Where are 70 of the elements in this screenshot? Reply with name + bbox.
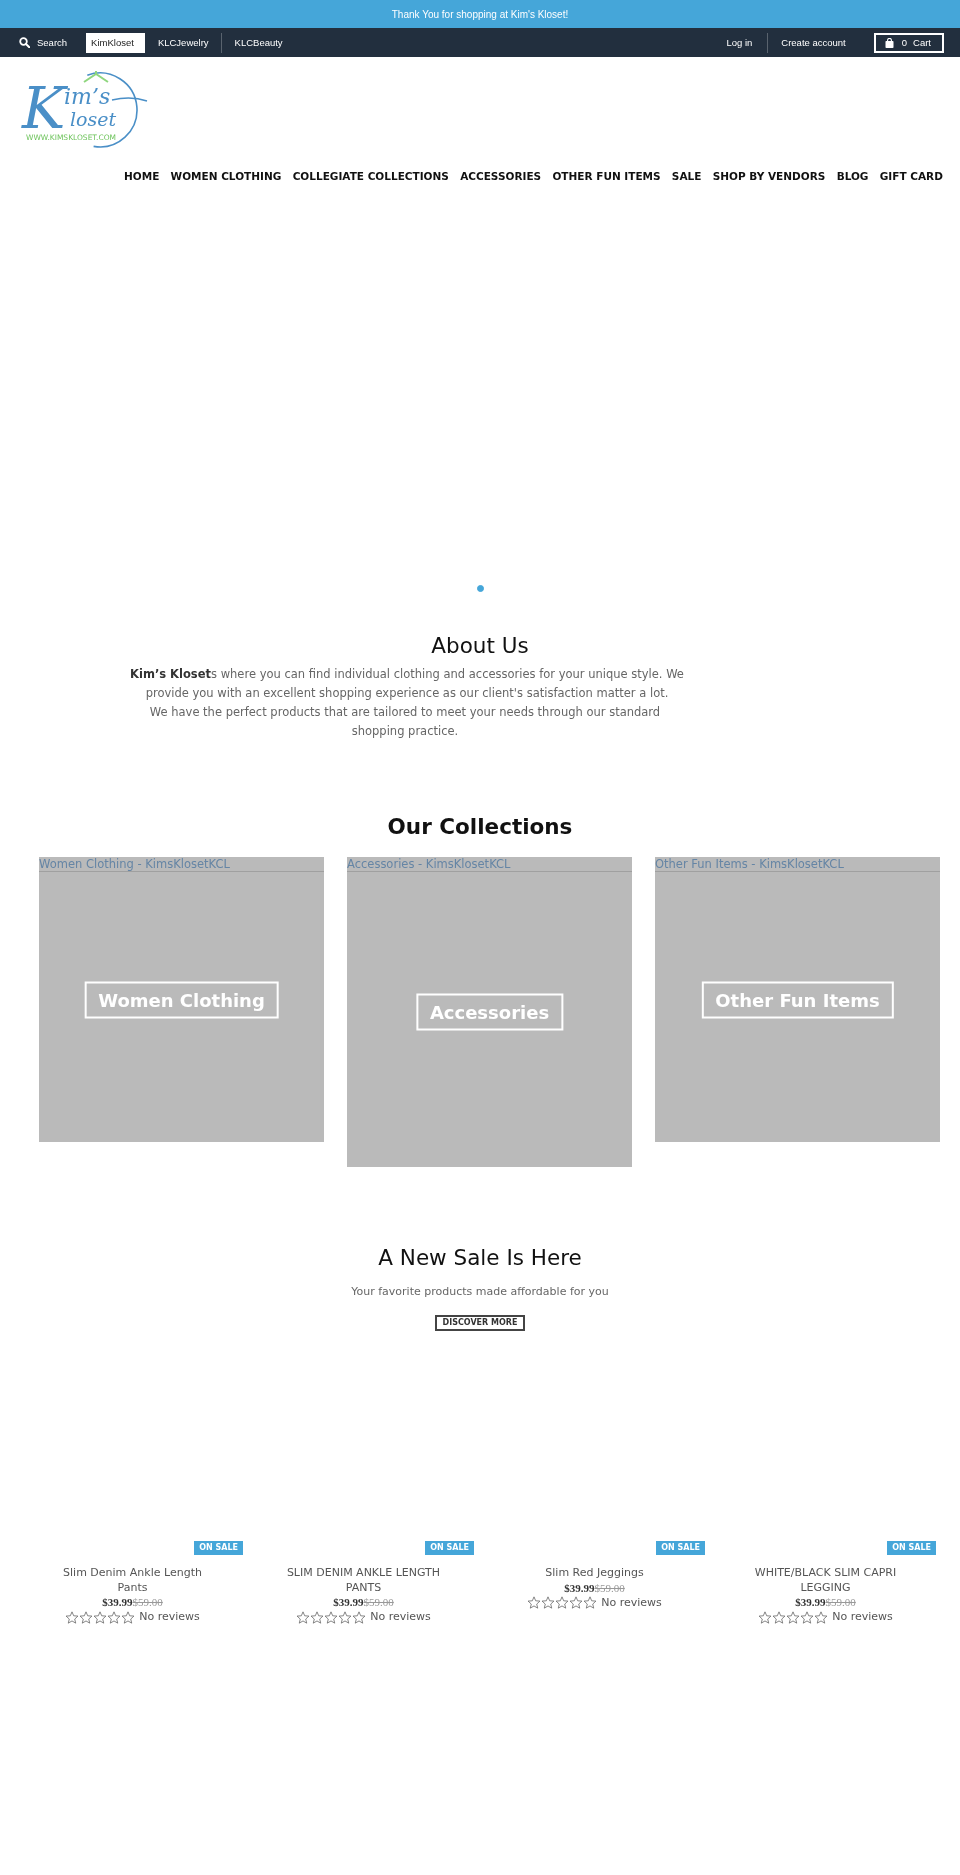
product-title[interactable]: WHITE/BLACK SLIM CAPRI LEGGING (743, 1566, 908, 1595)
nav-link[interactable]: COLLEGIATE COLLECTIONS (292, 169, 449, 183)
star-icon (814, 1610, 829, 1624)
slide-dot[interactable] (476, 585, 484, 592)
sale-price: $39.99 (795, 1595, 826, 1609)
star-icon (324, 1610, 339, 1624)
star-icon (296, 1610, 311, 1624)
sale-badge: ON SALE (656, 1541, 705, 1555)
search-icon (19, 37, 30, 48)
cart-button[interactable]: 0 Cart (873, 32, 944, 53)
store-tab[interactable]: KLCBeauty (220, 32, 295, 53)
star-icon (583, 1596, 598, 1609)
store-tab[interactable]: KLCJewelry (144, 32, 221, 53)
star-icon (121, 1610, 136, 1624)
original-price: $59.00 (363, 1595, 394, 1609)
nav-link[interactable]: SALE (671, 169, 702, 183)
original-price: $59.00 (132, 1595, 163, 1609)
about-text: We have the perfect products that are tailored to meet your needs through our standard shopping practice. (148, 704, 662, 740)
star-icon (107, 1610, 122, 1624)
star-icon (758, 1610, 773, 1624)
nav-link[interactable]: GIFT CARD (879, 169, 943, 183)
image-alt-text: Women Clothing - KimsKlosetKCL (39, 857, 230, 871)
nav-link[interactable]: OTHER FUN ITEMS (552, 169, 661, 183)
product-title[interactable]: Slim Red Jeggings (545, 1566, 644, 1581)
star-icon (310, 1610, 325, 1624)
star-icon (541, 1596, 556, 1609)
star-icon (800, 1610, 815, 1624)
review-count: No reviews (832, 1609, 893, 1625)
star-icon (555, 1596, 570, 1609)
account-link[interactable]: Log in (713, 32, 768, 53)
search-button[interactable]: Search (19, 37, 68, 48)
sale-badge: ON SALE (425, 1541, 474, 1555)
star-icon (569, 1596, 584, 1609)
original-price: $59.00 (594, 1580, 625, 1595)
nav-link[interactable]: SHOP BY VENDORS (712, 169, 826, 183)
star-icon (93, 1610, 108, 1624)
sale-price: $39.99 (564, 1580, 595, 1595)
discover-more-button[interactable]: DISCOVER MORE (434, 1315, 526, 1331)
sale-price: $39.99 (333, 1595, 364, 1609)
account-link[interactable]: Create account (767, 32, 861, 53)
review-count: No reviews (139, 1609, 200, 1625)
nav-link[interactable]: BLOG (836, 169, 869, 183)
sale-badge: ON SALE (887, 1541, 936, 1555)
star-icon (527, 1596, 542, 1609)
section-title: Our Collections (386, 814, 574, 840)
nav-link[interactable]: HOME (124, 169, 160, 183)
store-tab[interactable]: KimKloset (86, 32, 145, 53)
nav-link[interactable]: ACCESSORIES (460, 169, 542, 183)
original-price: $59.00 (825, 1595, 856, 1609)
section-title: About Us (430, 633, 530, 659)
star-icon (772, 1610, 787, 1624)
star-icon (65, 1610, 80, 1624)
product-title[interactable]: SLIM DENIM ANKLE LENGTH PANTS (281, 1566, 446, 1595)
about-text: Kim’s Klosets where you can find individual clothing and accessories for your unique style. We provide you with an excellent shopping experience as our client's satisfaction matter a lot. (129, 666, 685, 702)
section-title: A New Sale Is Here (377, 1245, 583, 1271)
shopping-bag-icon (884, 37, 894, 48)
sale-badge: ON SALE (194, 1541, 243, 1555)
review-count: No reviews (601, 1594, 662, 1611)
image-alt-text: Accessories - KimsKlosetKCL (347, 857, 511, 871)
product-title[interactable]: Slim Denim Ankle Length Pants (50, 1566, 215, 1595)
star-icon (79, 1610, 94, 1624)
sale-price: $39.99 (102, 1595, 133, 1609)
section-subtitle: Your favorite products made affordable for you (350, 1284, 610, 1299)
image-alt-text: Other Fun Items - KimsKlosetKCL (655, 857, 844, 871)
star-icon (786, 1610, 801, 1624)
review-count: No reviews (370, 1609, 431, 1625)
star-icon (352, 1610, 367, 1624)
announcement-text: Thank You for shopping at Kim's Kloset! (391, 8, 569, 20)
star-icon (338, 1610, 353, 1624)
nav-link[interactable]: WOMEN CLOTHING (170, 169, 282, 183)
